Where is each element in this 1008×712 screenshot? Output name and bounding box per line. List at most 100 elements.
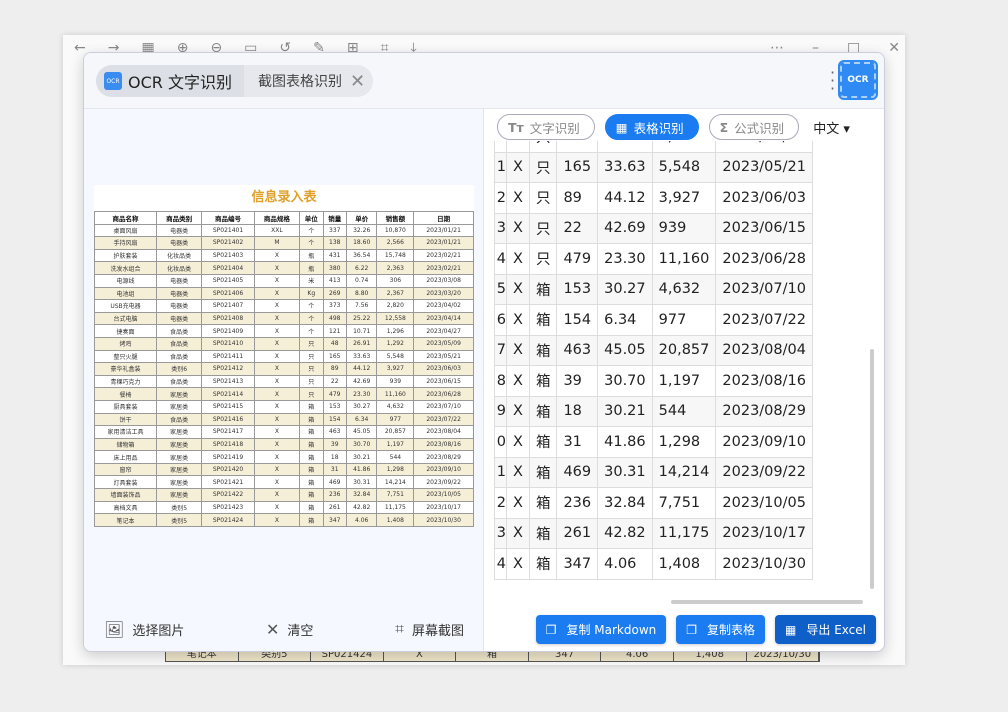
sheet-cell: 家居类 xyxy=(156,399,203,414)
sheet-cell: 2023/08/04 xyxy=(413,425,474,439)
sheet-cell: 2,820 xyxy=(376,299,415,313)
sheet-cell: SP021403 xyxy=(201,248,255,263)
column-header: 销量 xyxy=(322,211,347,225)
close-tab-icon[interactable]: ✕ xyxy=(350,71,365,92)
sheet-cell: 2023/01/21 xyxy=(413,223,474,238)
sheet-cell: 电器类 xyxy=(156,299,203,313)
table-cell: 154 xyxy=(556,304,599,336)
sheet-cell: SP021406 xyxy=(201,286,255,301)
sheet-cell: 床上用品 xyxy=(93,450,158,464)
table-cell: 165 xyxy=(556,151,599,183)
export-excel-button[interactable]: ▦ 导出 Excel xyxy=(775,615,876,644)
tab-ocr[interactable]: OCR OCR 文字识别 xyxy=(96,65,244,97)
sheet-cell: 电器类 xyxy=(156,286,203,301)
clear-button[interactable]: ✕ 清空 xyxy=(266,619,313,639)
close-window-icon[interactable]: ✕ xyxy=(888,40,900,62)
column-header: 商品名称 xyxy=(93,211,158,225)
sheet-cell: X xyxy=(253,336,301,351)
sheet-cell: 41.86 xyxy=(345,462,378,477)
sheet-cell: 食品类 xyxy=(156,336,203,351)
table-cell: 544 xyxy=(651,395,717,427)
table-cell: 箱 xyxy=(528,365,558,397)
sheet-row: 手持风扇 电器类 SP021402 M 个 138 18.60 2,566 2023/01/21 xyxy=(93,236,474,250)
sheet-cell: X xyxy=(253,349,301,364)
sheet-cell: 306 xyxy=(376,273,415,288)
screenshot-button[interactable]: ⌗ 屏幕截图 xyxy=(395,619,464,639)
table-row: 2 X 只 89 44.12 3,927 2023/06/03 xyxy=(494,182,813,214)
select-image-button[interactable]: 🖼 选择图片 xyxy=(104,619,184,639)
table-cell: 2023/10/30 xyxy=(715,548,813,580)
table-cell: 153 xyxy=(556,273,599,305)
table-cell: 箱 xyxy=(528,426,558,458)
label: 公式识别 xyxy=(734,120,785,136)
sheet-row: 墙面装饰品 家居类 SP021422 X 箱 236 32.84 7,751 2023/10/0… xyxy=(93,488,474,502)
sheet-row: 青稞巧克力 食品类 SP021413 X 只 22 42.69 939 2023/06/15 xyxy=(93,374,474,389)
sheet-row: USB充电器 电器类 SP021407 X 个 373 7.56 2,820 2023/04/0… xyxy=(93,299,474,313)
sheet-cell: 个 xyxy=(299,324,324,338)
table-row: 3 X 箱 261 42.82 11,175 2023/10/17 xyxy=(494,517,813,549)
sheet-cell: 7.56 xyxy=(345,299,378,313)
table-cell: 14,214 xyxy=(651,456,717,488)
sheet-row: 护肤套装 化妆品类 SP021403 X 瓶 431 36.54 15,748 2023/02/… xyxy=(93,248,474,263)
table-cell: 只 xyxy=(528,151,558,183)
app-logo[interactable]: OCR xyxy=(838,60,878,100)
sheet-cell: 1,292 xyxy=(376,336,415,351)
copy-markdown-button[interactable]: ❐ 复制 Markdown xyxy=(535,615,667,644)
sheet-cell: 家用清洁工具 xyxy=(93,425,158,439)
table-cell: X xyxy=(506,426,530,458)
sheet-cell: X xyxy=(253,248,301,263)
table-cell: 347 xyxy=(556,548,599,580)
sheet-cell: 2023/01/21 xyxy=(413,236,474,250)
table-cell: 2023/09/10 xyxy=(715,426,813,458)
sheet-row: 笔记本 类别5 SP021424 X 箱 347 4.06 1,408 2023/10/30 xyxy=(93,513,474,527)
mode-text-recognition[interactable]: Tт 文字识别 xyxy=(497,114,595,140)
horizontal-scrollbar[interactable] xyxy=(671,600,863,604)
sheet-cell: 2023/03/08 xyxy=(413,273,474,288)
table-row: 3 X 只 22 42.69 939 2023/06/15 xyxy=(494,212,813,244)
sheet-cell: 30.70 xyxy=(345,437,378,452)
table-cell: 9 xyxy=(494,395,507,427)
sheet-cell: 个 xyxy=(299,311,324,326)
label: 屏幕截图 xyxy=(411,623,464,639)
sheet-cell: 食品类 xyxy=(156,324,203,338)
vertical-scrollbar[interactable] xyxy=(870,349,874,589)
sheet-cell: 469 xyxy=(322,475,347,490)
sheet-cell: 2023/08/16 xyxy=(413,437,474,452)
table-cell: 0 xyxy=(494,426,507,458)
table-cell: 2 xyxy=(494,487,507,519)
sheet-cell: SP021419 xyxy=(201,450,255,464)
table-row: 9 X 箱 18 30.21 544 2023/08/29 xyxy=(494,395,813,427)
logo-text: OCR xyxy=(847,75,869,85)
table-cell: X xyxy=(506,212,530,244)
sheet-cell: 厨具套装 xyxy=(93,399,158,414)
sheet-cell: 48 xyxy=(322,336,347,351)
language-select[interactable]: 中文 ▾ xyxy=(813,118,850,137)
sheet-cell: 食品类 xyxy=(156,374,203,389)
sheet-cell: X xyxy=(253,425,301,439)
sheet-cell: 窗帘 xyxy=(93,462,158,477)
label: 表格识别 xyxy=(633,120,684,136)
table-cell: X xyxy=(506,456,530,488)
sheet-row: 洗发水组合 化妆品类 SP021404 X 瓶 380 6.22 2,363 2023/02/2… xyxy=(93,261,474,275)
sheet-cell: 1,408 xyxy=(376,513,415,527)
sheet-cell: 6.34 xyxy=(345,412,378,427)
table-cell: 只 xyxy=(528,243,558,275)
table-cell: 5 xyxy=(494,273,507,305)
tab-table-screenshot[interactable]: 截图表格识别 ✕ xyxy=(244,71,373,92)
column-header: 日期 xyxy=(413,211,474,225)
table-cell: 23.30 xyxy=(597,243,653,275)
sheet-cell: 手持风扇 xyxy=(93,236,158,250)
sheet-row: 床上用品 家居类 SP021419 X 箱 18 30.21 544 2023/08/29 xyxy=(93,450,474,464)
sheet-row: 豪华礼盒装 类别6 SP021412 X 只 89 44.12 3,927 2023/06/03 xyxy=(93,362,474,376)
close-icon: ✕ xyxy=(265,619,280,639)
copy-table-button[interactable]: ❐ 复制表格 xyxy=(676,615,766,644)
sheet-cell: SP021412 xyxy=(201,362,255,376)
table-cell: 4 xyxy=(494,243,507,275)
mode-formula-recognition[interactable]: Σ 公式识别 xyxy=(708,114,800,140)
sheet-cell: 1,296 xyxy=(376,324,415,338)
more-menu-icon[interactable]: · · · xyxy=(830,65,836,97)
mode-table-recognition[interactable]: ▦ 表格识别 xyxy=(604,114,699,140)
sheet-table: 商品名称 商品类别 商品编号 商品规格 单位 销量 单价 销售额 日期 桌面风扇 电器类 SP0214… xyxy=(93,211,474,527)
sheet-cell: 20,857 xyxy=(376,425,415,439)
sheet-cell: 储物箱 xyxy=(93,437,158,452)
